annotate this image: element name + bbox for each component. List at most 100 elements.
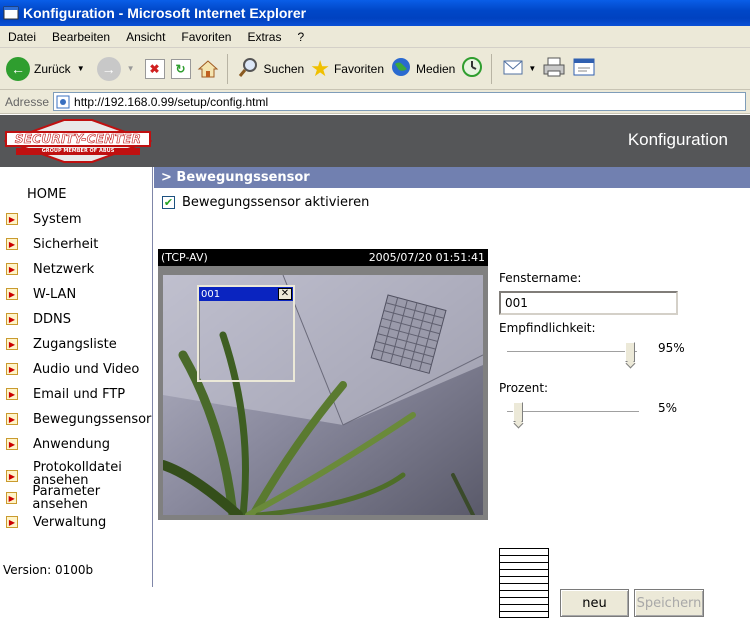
sidebar-item-system[interactable]: ▶ System [0,208,152,230]
video-source: (TCP-AV) [161,251,208,264]
history-button[interactable] [461,52,483,86]
page-header: SECURITY-CENTER GROUP MEMBER OF ABUS Kon… [0,115,750,167]
security-center-logo: SECURITY-CENTER GROUP MEMBER OF ABUS [3,118,153,164]
menu-item-help[interactable]: ? [289,30,312,44]
sidebar-item-home[interactable]: HOME [27,187,66,202]
arrow-icon: ▶ [6,492,18,504]
menu-item-favoriten[interactable]: Favoriten [173,30,239,44]
ie-icon [3,5,19,21]
favorites-label: Favoriten [333,61,384,76]
arrow-icon: ▶ [6,516,18,528]
page-content: SECURITY-CENTER GROUP MEMBER OF ABUS Kon… [0,115,750,618]
history-icon [461,56,483,81]
edit-page-icon [572,56,596,81]
sidebar-item-label: Parameter ansehen [32,484,101,512]
sidebar-item-zugangsliste[interactable]: ▶ Zugangsliste [0,333,152,355]
motion-window-titlebar[interactable]: 001 ✕ [199,287,293,301]
sidebar-item-wlan[interactable]: ▶ W-LAN [0,283,152,305]
arrow-icon: ▶ [6,438,18,450]
video-panel: (TCP-AV) 2005/07/20 01:51:41 001 ✕ [158,249,488,520]
percent-label: Prozent: [499,381,549,395]
sidebar-item-label: DDNS [33,311,71,327]
menu-item-datei[interactable]: Datei [0,30,44,44]
forward-button[interactable]: → ▼ [91,52,135,86]
forward-dropdown-icon[interactable]: ▼ [127,64,135,73]
close-icon[interactable]: ✕ [278,288,292,300]
motion-level-meter [499,548,549,618]
back-dropdown-icon[interactable]: ▼ [77,64,85,73]
motion-sensor-label: Bewegungssensor aktivieren [182,195,370,210]
media-button[interactable]: Medien [390,52,455,86]
stop-icon: ✖ [144,58,165,79]
sidebar-item-label: Zugangsliste [33,336,117,352]
percent-slider-track[interactable] [507,411,639,413]
printer-icon [542,56,566,81]
sidebar: HOME ▶ System ▶ Sicherheit ▶ Netzwerk ▶ W-LA… [0,167,153,587]
sidebar-item-ddns[interactable]: ▶ DDNS [0,308,152,330]
camera-image[interactable]: 001 ✕ [163,275,483,515]
sidebar-item-label: Verwaltung [33,514,107,530]
sidebar-item-label: Netzwerk [33,261,95,277]
section-header: > Bewegungssensor [154,167,750,188]
back-button[interactable]: ← Zurück ▼ [6,52,85,86]
stop-button[interactable]: ✖ [141,52,165,86]
sidebar-item-bewegungssensor[interactable]: ▶ Bewegungssensor [0,408,152,430]
motion-sensor-checkbox[interactable]: ✔ [162,196,175,209]
toolbar-separator [226,53,228,84]
sidebar-item-parameter[interactable]: ▶ Parameter ansehen [0,484,152,512]
address-bar: Adresse http://192.168.0.99/setup/config… [0,90,750,114]
edit-button[interactable] [572,52,596,86]
sidebar-item-audio-video[interactable]: ▶ Audio und Video [0,358,152,380]
sensitivity-slider-thumb[interactable] [625,342,635,362]
sensitivity-slider-track[interactable] [507,351,637,353]
search-button[interactable]: Suchen [238,52,305,86]
sidebar-item-label: Sicherheit [33,236,99,252]
sensitivity-value: 95% [658,341,685,355]
toolbar: ← Zurück ▼ → ▼ ✖ ↻ Suchen ★ Favoriten Me… [0,48,750,90]
back-arrow-icon: ← [6,56,30,81]
window-title: Konfiguration - Microsoft Internet Explo… [23,5,307,21]
mail-dropdown-icon[interactable]: ▼ [528,64,536,73]
sidebar-item-netzwerk[interactable]: ▶ Netzwerk [0,258,152,280]
refresh-icon: ↻ [170,58,191,79]
window-name-label: Fenstername: [499,271,582,285]
new-window-button[interactable]: neu [560,589,629,617]
home-button[interactable] [197,52,219,86]
address-input[interactable]: http://192.168.0.99/setup/config.html [53,92,746,111]
search-label: Suchen [263,61,305,76]
sidebar-item-sicherheit[interactable]: ▶ Sicherheit [0,233,152,255]
sidebar-item-label: Anwendung [33,436,110,452]
page-icon [56,95,70,109]
sidebar-item-label: System [33,211,82,227]
sidebar-item-anwendung[interactable]: ▶ Anwendung [0,433,152,455]
media-label: Medien [416,61,456,76]
sidebar-item-email-ftp[interactable]: ▶ Email und FTP [0,383,152,405]
arrow-icon: ▶ [6,413,18,425]
save-button[interactable]: Speichern [634,589,704,617]
version-label: Version: 0100b [3,563,94,577]
menu-item-bearbeiten[interactable]: Bearbeiten [44,30,118,44]
toolbar-separator [491,53,493,84]
motion-sensor-toggle[interactable]: ✔ Bewegungssensor aktivieren [162,195,369,210]
print-button[interactable] [542,52,566,86]
refresh-button[interactable]: ↻ [170,52,191,86]
arrow-icon: ▶ [6,363,18,375]
favorites-button[interactable]: ★ Favoriten [310,52,384,86]
arrow-icon: ▶ [6,470,18,482]
motion-window-label: 001 [201,288,221,300]
sidebar-item-verwaltung[interactable]: ▶ Verwaltung [0,511,152,533]
forward-arrow-icon: → [96,56,121,81]
menu-item-ansicht[interactable]: Ansicht [118,30,173,44]
window-name-input[interactable] [499,291,678,315]
section-title: > Bewegungssensor [161,170,310,185]
arrow-icon: ▶ [6,213,18,225]
search-icon [238,56,260,81]
sensitivity-label: Empfindlichkeit: [499,321,596,335]
mail-button[interactable]: ▼ [502,52,536,86]
menu-item-extras[interactable]: Extras [239,30,289,44]
motion-window-001[interactable]: 001 ✕ [197,285,295,382]
sidebar-item-label: Email und FTP [33,386,126,402]
window-titlebar: Konfiguration - Microsoft Internet Explo… [0,0,750,26]
sidebar-item-label: Bewegungssensor [33,411,152,427]
percent-slider-thumb[interactable] [513,402,523,422]
